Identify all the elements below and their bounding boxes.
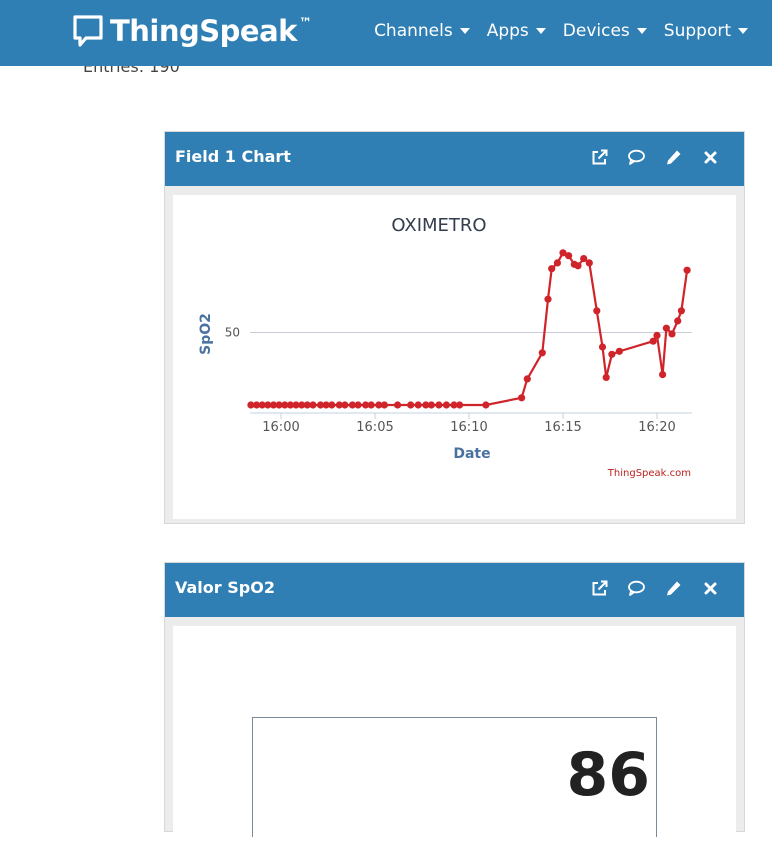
data-point[interactable] xyxy=(565,252,573,260)
data-point[interactable] xyxy=(538,349,546,357)
data-point[interactable] xyxy=(309,401,317,409)
data-point[interactable] xyxy=(328,401,336,409)
oximetro-chart: OXIMETRO 50 16:00 16:05 16:10 16:15 16:20 Da… xyxy=(198,215,692,479)
x-tick-label: 16:15 xyxy=(544,420,581,435)
external-link-icon[interactable] xyxy=(590,579,609,598)
nav-devices-label: Devices xyxy=(562,21,630,41)
data-point[interactable] xyxy=(482,401,490,409)
nav-apps-label: Apps xyxy=(486,21,529,41)
data-point[interactable] xyxy=(394,401,402,409)
spo2-value-panel: Valor SpO2 86 xyxy=(164,562,745,856)
nav-apps[interactable]: Apps xyxy=(487,21,546,41)
nav-support[interactable]: Support xyxy=(664,21,748,41)
data-point[interactable] xyxy=(435,401,443,409)
data-point[interactable] xyxy=(653,331,661,339)
value-body: 86 xyxy=(173,626,736,856)
data-point[interactable] xyxy=(442,401,450,409)
nav-channels[interactable]: Channels xyxy=(374,21,470,41)
data-point[interactable] xyxy=(659,371,667,379)
pencil-icon[interactable] xyxy=(664,148,683,167)
chart-credit[interactable]: ThingSpeak.com xyxy=(607,468,691,479)
data-point[interactable] xyxy=(662,324,670,332)
panel-actions xyxy=(590,148,720,167)
panel-title: Field 1 Chart xyxy=(175,147,291,166)
y-tick-label: 50 xyxy=(225,326,240,340)
close-icon[interactable] xyxy=(701,579,720,598)
chart-body: OXIMETRO 50 16:00 16:05 16:10 16:15 16:20 Da… xyxy=(173,195,736,519)
value-display-box: 86 xyxy=(252,717,657,837)
data-point[interactable] xyxy=(553,259,561,267)
x-tick-label: 16:20 xyxy=(638,420,675,435)
main-nav: Channels Apps Devices Support xyxy=(374,21,748,41)
field1-chart-panel: Field 1 Chart OXIMETRO 50 16:00 16:05 16… xyxy=(164,131,745,524)
external-link-icon[interactable] xyxy=(590,148,609,167)
y-axis-label: SpO2 xyxy=(198,313,214,355)
series-points xyxy=(247,249,691,409)
data-point[interactable] xyxy=(574,262,582,270)
comment-icon[interactable] xyxy=(627,579,646,598)
pencil-icon[interactable] xyxy=(664,579,683,598)
data-point[interactable] xyxy=(544,295,552,303)
x-tick-label: 16:10 xyxy=(450,420,487,435)
data-point[interactable] xyxy=(593,307,601,315)
panel-header: Valor SpO2 xyxy=(165,563,744,617)
caret-down-icon xyxy=(459,28,470,34)
data-point[interactable] xyxy=(602,373,610,381)
brand-name: ThingSpeak xyxy=(110,14,297,48)
comment-icon[interactable] xyxy=(627,148,646,167)
data-point[interactable] xyxy=(668,330,676,338)
panel-title: Valor SpO2 xyxy=(175,578,275,597)
spo2-value: 86 xyxy=(566,740,651,810)
caret-down-icon xyxy=(738,28,748,34)
x-ticks: 16:00 16:05 16:10 16:15 16:20 xyxy=(262,413,676,435)
data-point[interactable] xyxy=(354,401,362,409)
x-tick-label: 16:00 xyxy=(262,420,299,435)
data-point[interactable] xyxy=(380,401,388,409)
data-point[interactable] xyxy=(598,343,607,351)
data-point[interactable] xyxy=(683,266,691,274)
nav-support-label: Support xyxy=(663,21,731,41)
data-point[interactable] xyxy=(427,401,435,409)
data-point[interactable] xyxy=(523,375,531,383)
chart-title: OXIMETRO xyxy=(391,215,486,236)
data-point[interactable] xyxy=(677,307,685,315)
data-point[interactable] xyxy=(456,401,464,409)
brand-logo[interactable]: ThingSpeak ™ xyxy=(72,14,312,48)
data-point[interactable] xyxy=(585,259,593,267)
data-point[interactable] xyxy=(407,401,415,409)
data-point[interactable] xyxy=(674,317,682,325)
nav-channels-label: Channels xyxy=(374,21,453,41)
brand-trademark: ™ xyxy=(298,15,312,31)
data-point[interactable] xyxy=(414,401,422,409)
data-point[interactable] xyxy=(548,265,556,273)
panel-header: Field 1 Chart xyxy=(165,132,744,186)
series-line xyxy=(250,251,689,407)
data-point[interactable] xyxy=(615,347,623,355)
y-tick-labels: 50 xyxy=(225,326,240,340)
navbar: ThingSpeak ™ Channels Apps Devices Suppo… xyxy=(0,0,772,66)
x-axis-label: Date xyxy=(453,446,490,462)
data-point[interactable] xyxy=(341,401,349,409)
close-icon[interactable] xyxy=(701,148,720,167)
panel-actions xyxy=(590,579,720,598)
speech-bubble-icon xyxy=(73,15,103,47)
nav-devices[interactable]: Devices xyxy=(563,21,647,41)
data-point[interactable] xyxy=(367,401,375,409)
x-tick-label: 16:05 xyxy=(356,420,393,435)
caret-down-icon xyxy=(535,28,546,34)
data-point[interactable] xyxy=(608,350,616,358)
data-point[interactable] xyxy=(518,394,526,402)
caret-down-icon xyxy=(636,28,647,34)
